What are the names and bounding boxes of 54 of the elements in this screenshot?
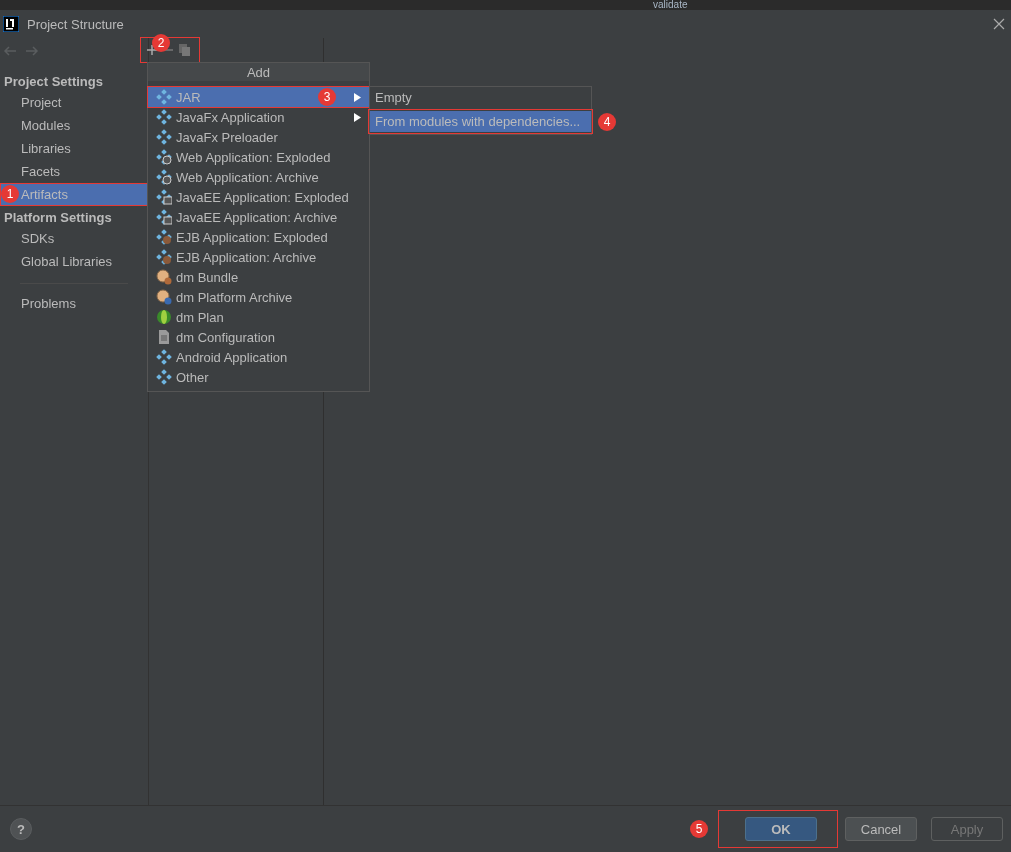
artifact-icon — [156, 89, 172, 105]
menu-item[interactable]: dm Platform Archive — [148, 287, 369, 307]
globe-icon — [156, 309, 172, 325]
copy-icon[interactable] — [179, 44, 191, 56]
artifact-icon — [156, 229, 172, 245]
menu-item[interactable]: JAR 3 — [148, 87, 369, 107]
menu-item[interactable]: Web Application: Archive — [148, 167, 369, 187]
menu-item[interactable]: JavaEE Application: Archive — [148, 207, 369, 227]
forward-arrow-icon[interactable] — [25, 46, 39, 56]
menu-item[interactable]: EJB Application: Exploded — [148, 227, 369, 247]
sidebar-item[interactable]: Project — [0, 91, 148, 114]
sidebar-item[interactable]: 1 Artifacts — [0, 183, 148, 206]
menu-item[interactable]: dm Plan — [148, 307, 369, 327]
artifact-icon — [156, 149, 172, 165]
background-task-label: validate — [653, 0, 688, 10]
artifact-icon — [156, 129, 172, 145]
section-header: Project Settings — [3, 73, 104, 91]
artifact-icon — [156, 369, 172, 385]
artifact-icon — [156, 209, 172, 225]
section-header: Platform Settings — [3, 209, 113, 227]
app-logo-icon — [3, 16, 19, 32]
sidebar-item[interactable]: Global Libraries — [0, 250, 148, 273]
menu-item[interactable]: dm Bundle — [148, 267, 369, 287]
step-badge: 3 — [318, 88, 336, 106]
step-badge: 1 — [1, 185, 19, 203]
help-button[interactable]: ? — [10, 818, 32, 840]
submenu-item[interactable]: Empty — [370, 87, 591, 108]
sidebar-item[interactable]: Problems — [0, 292, 148, 315]
menu-item[interactable]: JavaFx Application — [148, 107, 369, 127]
menu-item[interactable]: Other — [148, 367, 369, 387]
step-badge: 5 — [690, 820, 708, 838]
back-arrow-icon[interactable] — [3, 46, 17, 56]
sidebar-item[interactable]: Libraries — [0, 137, 148, 160]
sidebar-item[interactable]: Modules — [0, 114, 148, 137]
artifact-icon — [156, 109, 172, 125]
menu-item[interactable]: Android Application — [148, 347, 369, 367]
artifact-icon — [156, 349, 172, 365]
document-icon — [156, 329, 172, 345]
sidebar-item[interactable]: SDKs — [0, 227, 148, 250]
step-badge: 4 — [598, 113, 616, 131]
dialog-button[interactable]: OK — [745, 817, 817, 841]
menu-item[interactable]: Web Application: Exploded — [148, 147, 369, 167]
close-icon[interactable] — [993, 18, 1005, 30]
menu-header: Add — [148, 63, 369, 81]
window-title: Project Structure — [27, 16, 125, 32]
menu-item[interactable]: EJB Application: Archive — [148, 247, 369, 267]
artifact-icon — [156, 189, 172, 205]
dialog-button[interactable]: Cancel — [845, 817, 917, 841]
menu-item[interactable]: dm Configuration — [148, 327, 369, 347]
menu-item[interactable]: JavaEE Application: Exploded — [148, 187, 369, 207]
artifact-icon — [156, 169, 172, 185]
menu-item[interactable]: JavaFx Preloader — [148, 127, 369, 147]
sidebar-item[interactable]: Facets — [0, 160, 148, 183]
artifact-icon — [156, 249, 172, 265]
